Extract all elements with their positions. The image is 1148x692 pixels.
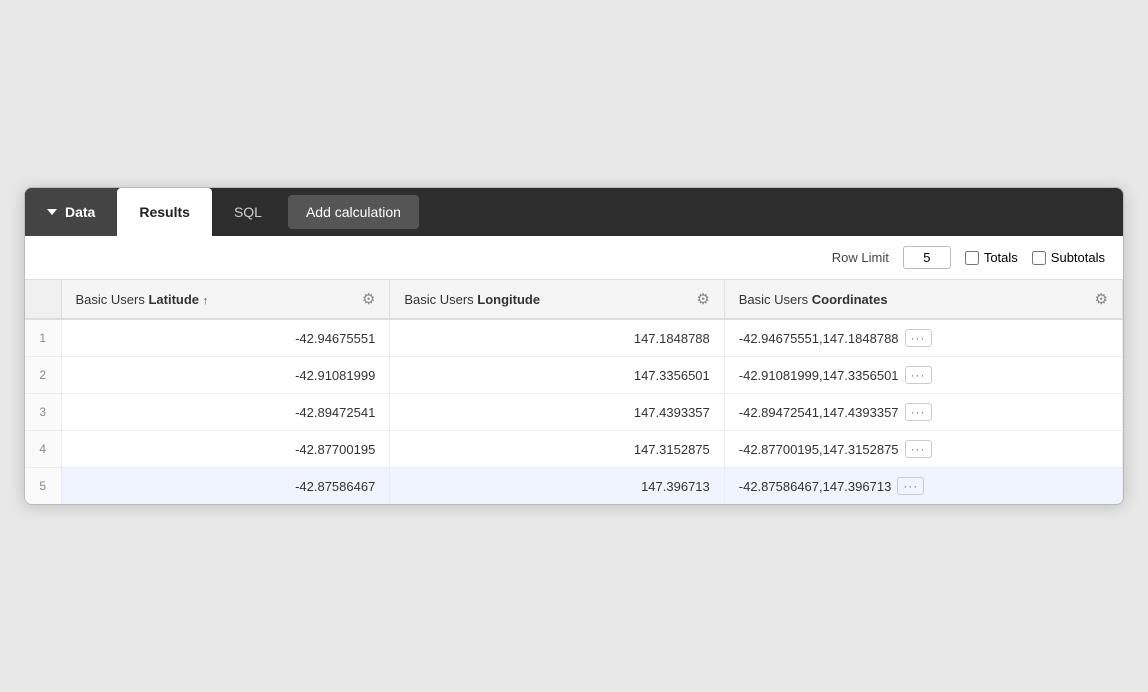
totals-checkbox[interactable]: [965, 251, 979, 265]
totals-label: Totals: [984, 250, 1018, 265]
col-header-longitude: Basic Users Longitude ⚙: [390, 280, 724, 319]
row-limit-input[interactable]: [903, 246, 951, 269]
subtotals-label: Subtotals: [1051, 250, 1105, 265]
cell-longitude: 147.3152875: [390, 431, 724, 468]
coord-value: -42.89472541,147.4393357: [739, 405, 899, 420]
ellipsis-button[interactable]: ···: [905, 329, 932, 347]
coord-value: -42.87586467,147.396713: [739, 479, 892, 494]
tab-data[interactable]: Data: [25, 188, 117, 236]
coord-value: -42.87700195,147.3152875: [739, 442, 899, 457]
main-window: Data Results SQL Add calculation Row Lim…: [24, 187, 1124, 505]
tab-sql[interactable]: SQL: [212, 188, 284, 236]
col-label-longitude: Basic Users Longitude: [404, 292, 540, 307]
cell-coordinates: -42.94675551,147.1848788 ···: [724, 319, 1122, 357]
cell-latitude: -42.91081999: [61, 357, 390, 394]
tab-add-calculation-label: Add calculation: [306, 204, 401, 220]
tab-results-label: Results: [139, 204, 190, 220]
totals-group: Totals: [965, 250, 1018, 265]
tab-bar: Data Results SQL Add calculation: [25, 188, 1123, 236]
cell-coordinates: -42.91081999,147.3356501 ···: [724, 357, 1122, 394]
subtotals-group: Subtotals: [1032, 250, 1105, 265]
toolbar: Row Limit Totals Subtotals: [25, 236, 1123, 280]
sort-asc-icon: ↑: [203, 295, 209, 307]
cell-rownum: 3: [25, 394, 61, 431]
table-row: 4-42.87700195147.3152875-42.87700195,147…: [25, 431, 1123, 468]
tab-data-label: Data: [65, 204, 95, 220]
cell-rownum: 2: [25, 357, 61, 394]
cell-latitude: -42.87586467: [61, 468, 390, 505]
cell-coordinates: -42.87700195,147.3152875 ···: [724, 431, 1122, 468]
ellipsis-button[interactable]: ···: [897, 477, 924, 495]
col-label-coordinates: Basic Users Coordinates: [739, 292, 888, 307]
cell-latitude: -42.89472541: [61, 394, 390, 431]
data-table-container: Basic Users Latitude ↑ ⚙ Basic Users Lon…: [25, 280, 1123, 504]
cell-latitude: -42.94675551: [61, 319, 390, 357]
ellipsis-button[interactable]: ···: [905, 366, 932, 384]
table-row: 5-42.87586467147.396713-42.87586467,147.…: [25, 468, 1123, 505]
cell-longitude: 147.3356501: [390, 357, 724, 394]
tab-results[interactable]: Results: [117, 188, 212, 236]
subtotals-checkbox[interactable]: [1032, 251, 1046, 265]
col-settings-longitude[interactable]: ⚙: [696, 290, 709, 308]
row-limit-label: Row Limit: [832, 250, 889, 265]
cell-longitude: 147.396713: [390, 468, 724, 505]
ellipsis-button[interactable]: ···: [905, 440, 932, 458]
cell-latitude: -42.87700195: [61, 431, 390, 468]
cell-rownum: 1: [25, 319, 61, 357]
cell-coordinates: -42.89472541,147.4393357 ···: [724, 394, 1122, 431]
coord-value: -42.94675551,147.1848788: [739, 331, 899, 346]
cell-longitude: 147.4393357: [390, 394, 724, 431]
table-row: 2-42.91081999147.3356501-42.91081999,147…: [25, 357, 1123, 394]
data-table: Basic Users Latitude ↑ ⚙ Basic Users Lon…: [25, 280, 1123, 504]
table-row: 1-42.94675551147.1848788-42.94675551,147…: [25, 319, 1123, 357]
cell-longitude: 147.1848788: [390, 319, 724, 357]
cell-rownum: 4: [25, 431, 61, 468]
coord-value: -42.91081999,147.3356501: [739, 368, 899, 383]
chevron-down-icon: [47, 209, 57, 215]
cell-rownum: 5: [25, 468, 61, 505]
col-label-latitude: Basic Users Latitude ↑: [76, 292, 209, 307]
tab-add-calculation[interactable]: Add calculation: [288, 195, 419, 229]
cell-coordinates: -42.87586467,147.396713 ···: [724, 468, 1122, 505]
tab-sql-label: SQL: [234, 204, 262, 220]
col-settings-coordinates[interactable]: ⚙: [1095, 290, 1108, 308]
col-header-rownum: [25, 280, 61, 319]
ellipsis-button[interactable]: ···: [905, 403, 932, 421]
table-row: 3-42.89472541147.4393357-42.89472541,147…: [25, 394, 1123, 431]
col-header-coordinates: Basic Users Coordinates ⚙: [724, 280, 1122, 319]
col-header-latitude: Basic Users Latitude ↑ ⚙: [61, 280, 390, 319]
col-settings-latitude[interactable]: ⚙: [362, 290, 375, 308]
